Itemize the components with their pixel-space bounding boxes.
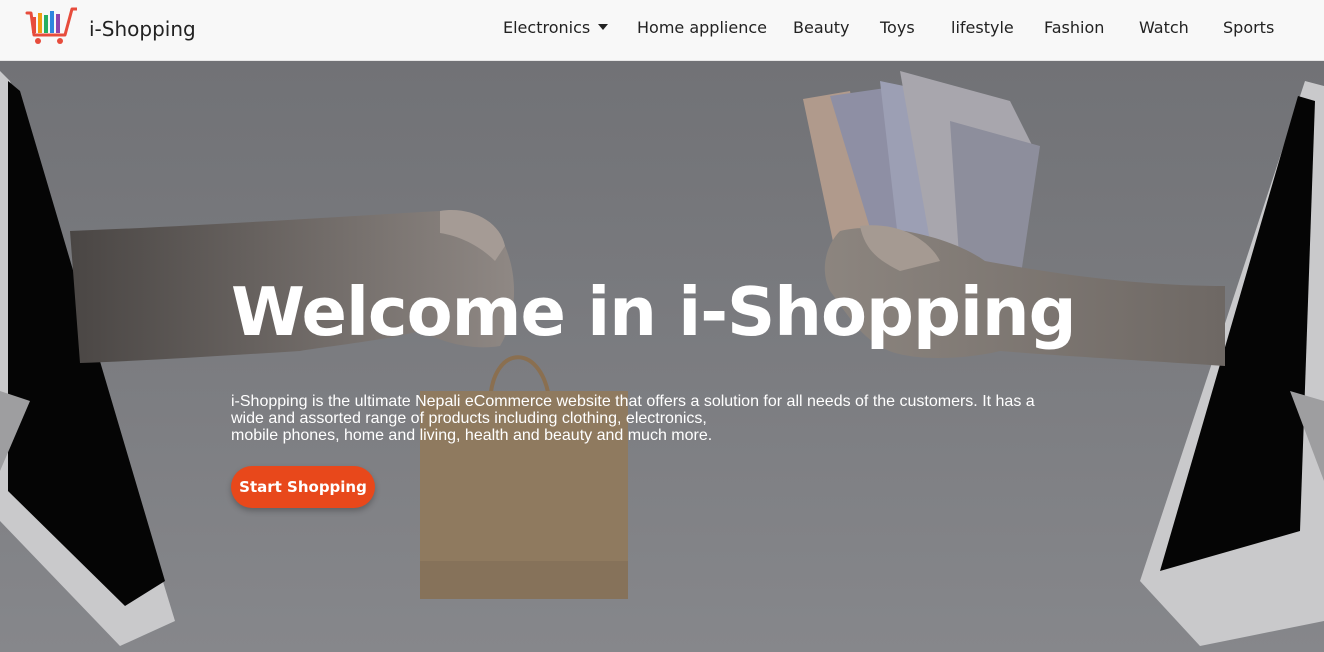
nav-item-lifestyle[interactable]: lifestyle	[951, 18, 1014, 37]
hero-description-line: mobile phones, home and living, health a…	[231, 427, 713, 444]
nav-item-toys[interactable]: Toys	[880, 18, 915, 37]
shopping-cart-logo-icon	[25, 7, 77, 44]
nav-item-sports[interactable]: Sports	[1223, 18, 1274, 37]
hero-description: i-Shopping is the ultimate Nepali eComme…	[231, 393, 1091, 444]
hero-description-line: i-Shopping is the ultimate Nepali eComme…	[231, 393, 1035, 410]
nav-item-label: Electronics	[503, 18, 591, 37]
nav-item-beauty[interactable]: Beauty	[793, 18, 850, 37]
nav-item-watch[interactable]: Watch	[1139, 18, 1189, 37]
hero-title: Welcome in i-Shopping	[231, 273, 1077, 351]
hero-banner: Welcome in i-Shopping i-Shopping is the …	[0, 61, 1324, 652]
navbar: i-Shopping Electronics Home applience Be…	[0, 0, 1324, 61]
hero-background-image	[0, 71, 1324, 646]
brand-name: i-Shopping	[89, 17, 196, 41]
nav-item-electronics[interactable]: Electronics	[503, 18, 609, 37]
hero-description-line: wide and assorted range of products incl…	[231, 410, 707, 427]
brand[interactable]: i-Shopping	[25, 5, 196, 47]
right-monitor	[1140, 81, 1324, 646]
start-shopping-button[interactable]: Start Shopping	[231, 466, 375, 508]
caret-down-icon	[598, 23, 609, 30]
nav-item-fashion[interactable]: Fashion	[1044, 18, 1104, 37]
nav-item-home-applience[interactable]: Home applience	[637, 18, 767, 37]
